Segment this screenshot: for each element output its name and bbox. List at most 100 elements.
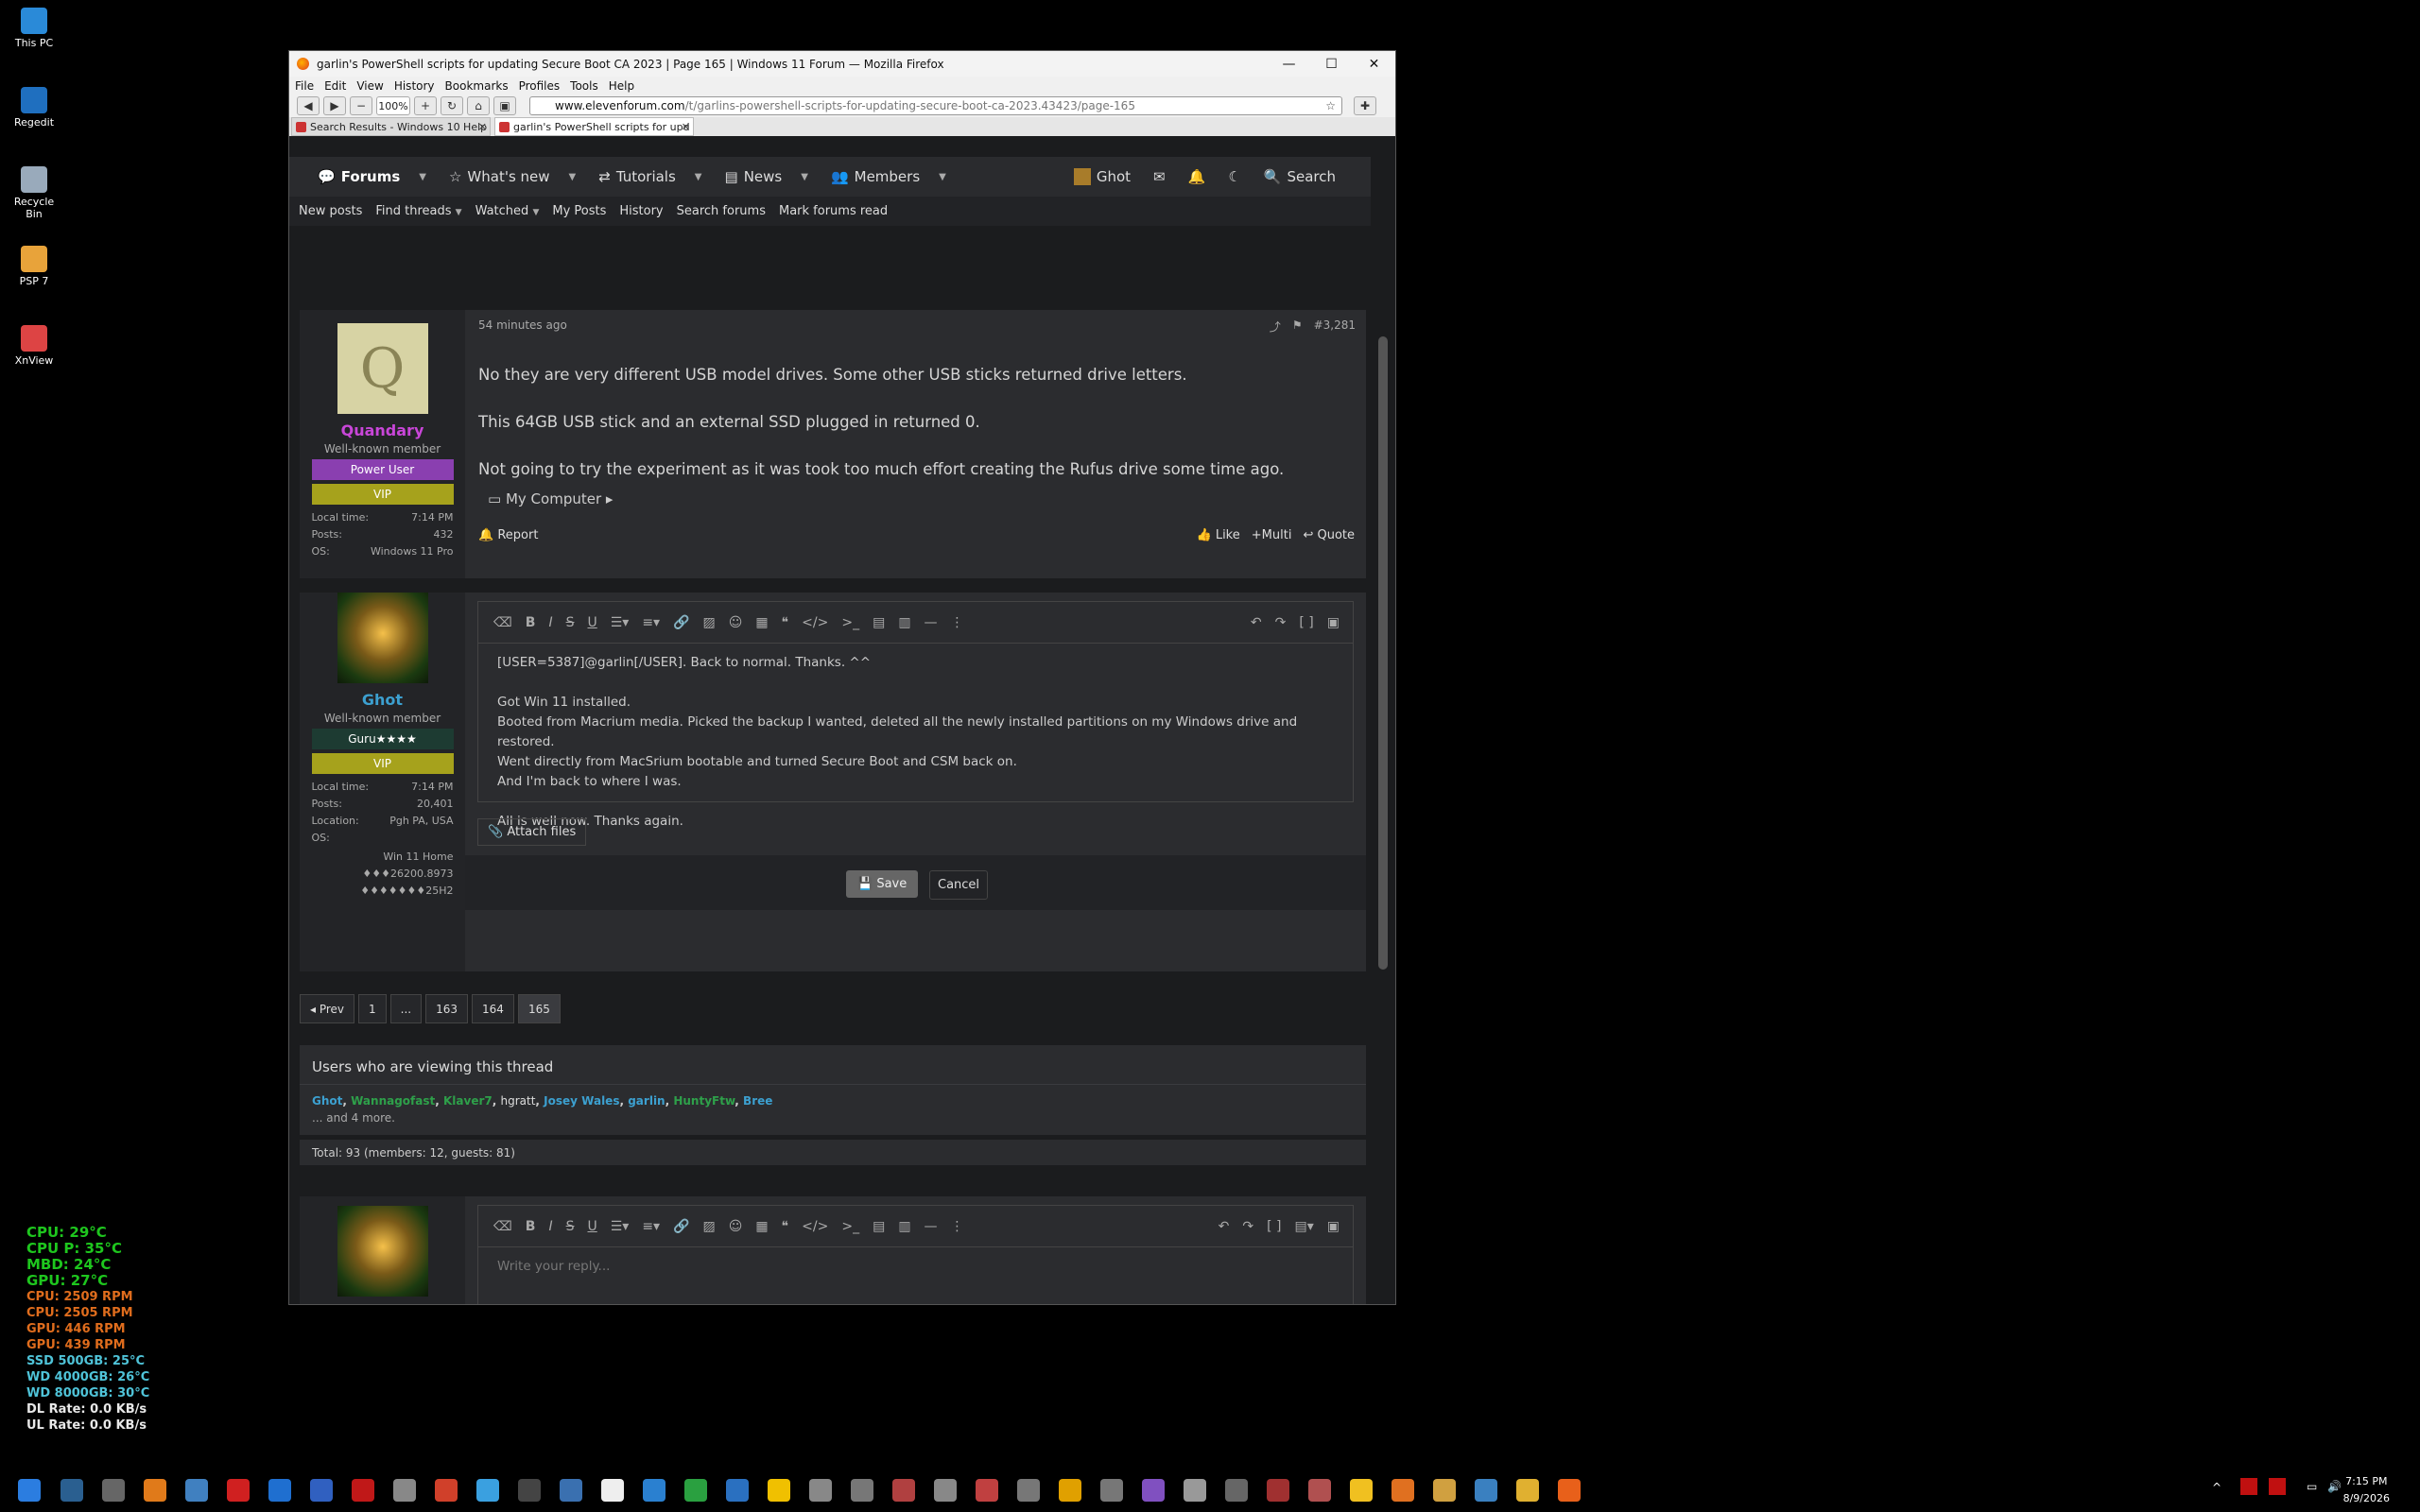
app-icon[interactable] <box>435 1479 458 1502</box>
image-icon[interactable]: ▨ <box>703 615 716 630</box>
user-link[interactable]: Josey Wales <box>544 1094 619 1108</box>
volume-icon[interactable]: 🔊 <box>2327 1480 2342 1493</box>
user-link[interactable]: garlin <box>628 1094 665 1108</box>
share-icon[interactable]: ⤴ <box>1270 318 1281 335</box>
zoom-in-button[interactable]: + <box>414 96 437 115</box>
subnav-mark-read[interactable]: Mark forums read <box>779 204 888 218</box>
bell-icon[interactable]: 🔔 <box>1188 168 1206 185</box>
subnav-new-posts[interactable]: New posts <box>299 204 362 218</box>
user-link[interactable]: HuntyFtw <box>673 1094 735 1108</box>
prev-page-button[interactable]: ◂ Prev <box>300 994 355 1023</box>
app-icon[interactable] <box>1059 1479 1081 1502</box>
bookmark-star-icon[interactable]: ☆ <box>1325 99 1336 112</box>
app-icon[interactable] <box>768 1479 790 1502</box>
inline-code-icon[interactable]: >_ <box>841 1219 859 1234</box>
app-icon[interactable] <box>352 1479 374 1502</box>
desktop-icon-psp[interactable]: PSP 7 <box>8 246 60 287</box>
app-icon[interactable] <box>185 1479 208 1502</box>
app-icon[interactable] <box>476 1479 499 1502</box>
menu-edit[interactable]: Edit <box>324 79 346 93</box>
undo-icon[interactable]: ↶ <box>1219 1219 1230 1234</box>
app-icon[interactable] <box>1433 1479 1456 1502</box>
save-button[interactable]: 💾 Save <box>846 870 919 898</box>
reload-button[interactable]: ↻ <box>441 96 463 115</box>
cancel-button[interactable]: Cancel <box>929 870 989 900</box>
tab-thread[interactable]: garlin's PowerShell scripts for upd ✕ <box>494 117 694 136</box>
bbcode-icon[interactable]: [ ] <box>1267 1219 1281 1234</box>
subnav-watched[interactable]: Watched ▼ <box>475 204 540 218</box>
desktop-icon-xnview[interactable]: XnView <box>8 325 60 367</box>
app-icon[interactable] <box>726 1479 749 1502</box>
avatar[interactable] <box>337 593 428 683</box>
subnav-history[interactable]: History <box>619 204 663 218</box>
user-link[interactable]: hgratt <box>501 1094 536 1108</box>
italic-icon[interactable]: I <box>548 1219 552 1234</box>
editor-text[interactable]: [USER=5387]@garlin[/USER]. Back to norma… <box>478 644 1353 841</box>
app-icon[interactable] <box>601 1479 624 1502</box>
eraser-icon[interactable]: ⌫ <box>493 615 512 630</box>
strike-icon[interactable]: S <box>566 1219 575 1234</box>
italic-icon[interactable]: I <box>548 615 552 630</box>
app-icon[interactable] <box>102 1479 125 1502</box>
tab-close-icon[interactable]: ✕ <box>682 121 690 133</box>
nav-tutorials[interactable]: ⇄ Tutorials ▼ <box>598 168 701 185</box>
multi-quote-button[interactable]: +Multi <box>1252 528 1292 542</box>
app-icon[interactable] <box>1017 1479 1040 1502</box>
app-icon[interactable] <box>643 1479 666 1502</box>
app-icon[interactable] <box>268 1479 291 1502</box>
tray-app-icon[interactable] <box>2240 1478 2257 1495</box>
user-link[interactable]: Wannagofast <box>351 1094 435 1108</box>
page-link[interactable]: 164 <box>472 994 514 1023</box>
back-button[interactable]: ◀ <box>297 96 320 115</box>
subnav-search-forums[interactable]: Search forums <box>677 204 766 218</box>
clock[interactable]: 7:15 PM 8/9/2026 <box>2343 1473 2390 1507</box>
app-icon[interactable] <box>1350 1479 1373 1502</box>
quote-button[interactable]: ↩ Quote <box>1303 528 1355 542</box>
nav-whats-new[interactable]: ☆ What's new ▼ <box>449 168 576 185</box>
inbox-icon[interactable]: ✉ <box>1153 168 1166 185</box>
menu-bookmarks[interactable]: Bookmarks <box>445 79 509 93</box>
menu-tools[interactable]: Tools <box>570 79 598 93</box>
username[interactable]: Quandary <box>300 421 465 439</box>
media-icon[interactable]: ▦ <box>755 1219 768 1234</box>
more-icon[interactable]: ⋮ <box>951 615 964 630</box>
underline-icon[interactable]: U <box>588 615 597 630</box>
inline-code-icon[interactable]: >_ <box>841 615 859 630</box>
menu-file[interactable]: File <box>295 79 314 93</box>
emoji-icon[interactable]: ☺ <box>729 1219 743 1234</box>
bold-icon[interactable]: B <box>526 1219 536 1234</box>
tab-close-icon[interactable]: ✕ <box>478 121 487 133</box>
app-icon[interactable] <box>809 1479 832 1502</box>
spoiler-icon[interactable]: ▤ <box>873 1219 885 1234</box>
post-time[interactable]: 54 minutes ago <box>478 318 567 332</box>
code-icon[interactable]: </> <box>802 615 828 630</box>
link-icon[interactable]: 🔗 <box>673 615 689 630</box>
page-scrollbar[interactable] <box>1371 157 1395 1304</box>
undo-icon[interactable]: ↶ <box>1251 615 1262 630</box>
nav-forums[interactable]: 💬 Forums ▼ <box>318 168 426 185</box>
scrollbar-thumb[interactable] <box>1378 336 1388 970</box>
app-icon[interactable] <box>1100 1479 1123 1502</box>
extensions-icon[interactable]: ✚ <box>1354 96 1376 115</box>
start-icon[interactable] <box>18 1479 41 1502</box>
app-icon[interactable] <box>1225 1479 1248 1502</box>
code-icon[interactable]: </> <box>802 1219 828 1234</box>
forward-button[interactable]: ▶ <box>323 96 346 115</box>
app-icon[interactable] <box>684 1479 707 1502</box>
report-button[interactable]: 🔔 Report <box>478 528 538 542</box>
app-icon[interactable] <box>1392 1479 1414 1502</box>
subnav-find-threads[interactable]: Find threads ▼ <box>375 204 461 218</box>
hr-icon[interactable]: — <box>925 615 938 630</box>
menu-history[interactable]: History <box>394 79 435 93</box>
nav-user[interactable]: Ghot <box>1073 168 1131 185</box>
app-icon[interactable] <box>1308 1479 1331 1502</box>
hr-icon[interactable]: — <box>925 1219 938 1234</box>
firefox-icon[interactable] <box>1558 1479 1581 1502</box>
emoji-icon[interactable]: ☺ <box>729 615 743 630</box>
spoiler-icon[interactable]: ▤ <box>873 615 885 630</box>
app-icon[interactable] <box>934 1479 957 1502</box>
home-button[interactable]: ⌂ <box>467 96 490 115</box>
align-icon[interactable]: ≡▾ <box>642 1219 660 1234</box>
app-icon[interactable] <box>393 1479 416 1502</box>
avatar[interactable]: Q <box>337 323 428 414</box>
